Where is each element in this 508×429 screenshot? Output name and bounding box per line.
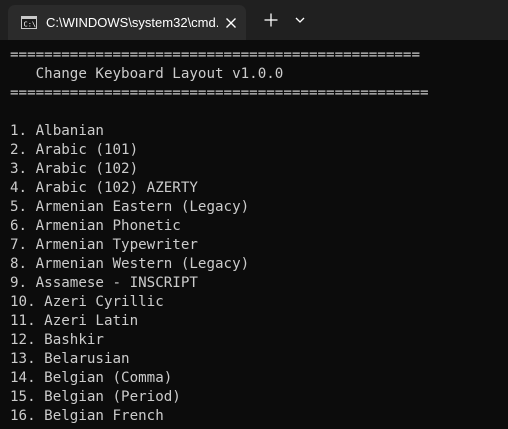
console-output[interactable]: ========================================…: [0, 40, 508, 429]
list-item: 15. Belgian (Period): [10, 389, 181, 405]
list-item: 14. Belgian (Comma): [10, 370, 173, 386]
list-item: 6. Armenian Phonetic: [10, 218, 181, 234]
header-title: Change Keyboard Layout v1.0.0: [10, 66, 284, 82]
terminal-window: C:\ C:\WINDOWS\system32\cmd. ===========…: [0, 0, 508, 429]
tab-cmd[interactable]: C:\ C:\WINDOWS\system32\cmd.: [8, 5, 246, 40]
list-item: 3. Arabic (102): [10, 161, 139, 177]
list-item: 8. Armenian Western (Legacy): [10, 256, 250, 272]
tab-title: C:\WINDOWS\system32\cmd.: [46, 15, 218, 30]
list-item: 9. Assamese - INSCRIPT: [10, 275, 198, 291]
cmd-prompt-icon: C:\: [21, 16, 37, 29]
list-item: 1. Albanian: [10, 123, 104, 139]
chevron-down-icon[interactable]: [293, 13, 307, 27]
list-item: 13. Belarusian: [10, 351, 130, 367]
close-icon[interactable]: [222, 14, 240, 32]
plus-icon[interactable]: [262, 11, 280, 29]
list-item: 11. Azeri Latin: [10, 313, 139, 329]
header-border-top: ========================================…: [10, 47, 420, 63]
list-item: 5. Armenian Eastern (Legacy): [10, 199, 250, 215]
list-item: 10. Azeri Cyrillic: [10, 294, 164, 310]
list-item: 7. Armenian Typewriter: [10, 237, 198, 253]
list-item: 2. Arabic (101): [10, 142, 139, 158]
svg-text:C:\: C:\: [24, 21, 37, 29]
list-item: 4. Arabic (102) AZERTY: [10, 180, 198, 196]
list-item: 12. Bashkir: [10, 332, 104, 348]
tab-bar: C:\ C:\WINDOWS\system32\cmd.: [0, 0, 508, 40]
list-item: 16. Belgian French: [10, 408, 164, 424]
header-border-bottom: ========================================…: [10, 85, 429, 101]
